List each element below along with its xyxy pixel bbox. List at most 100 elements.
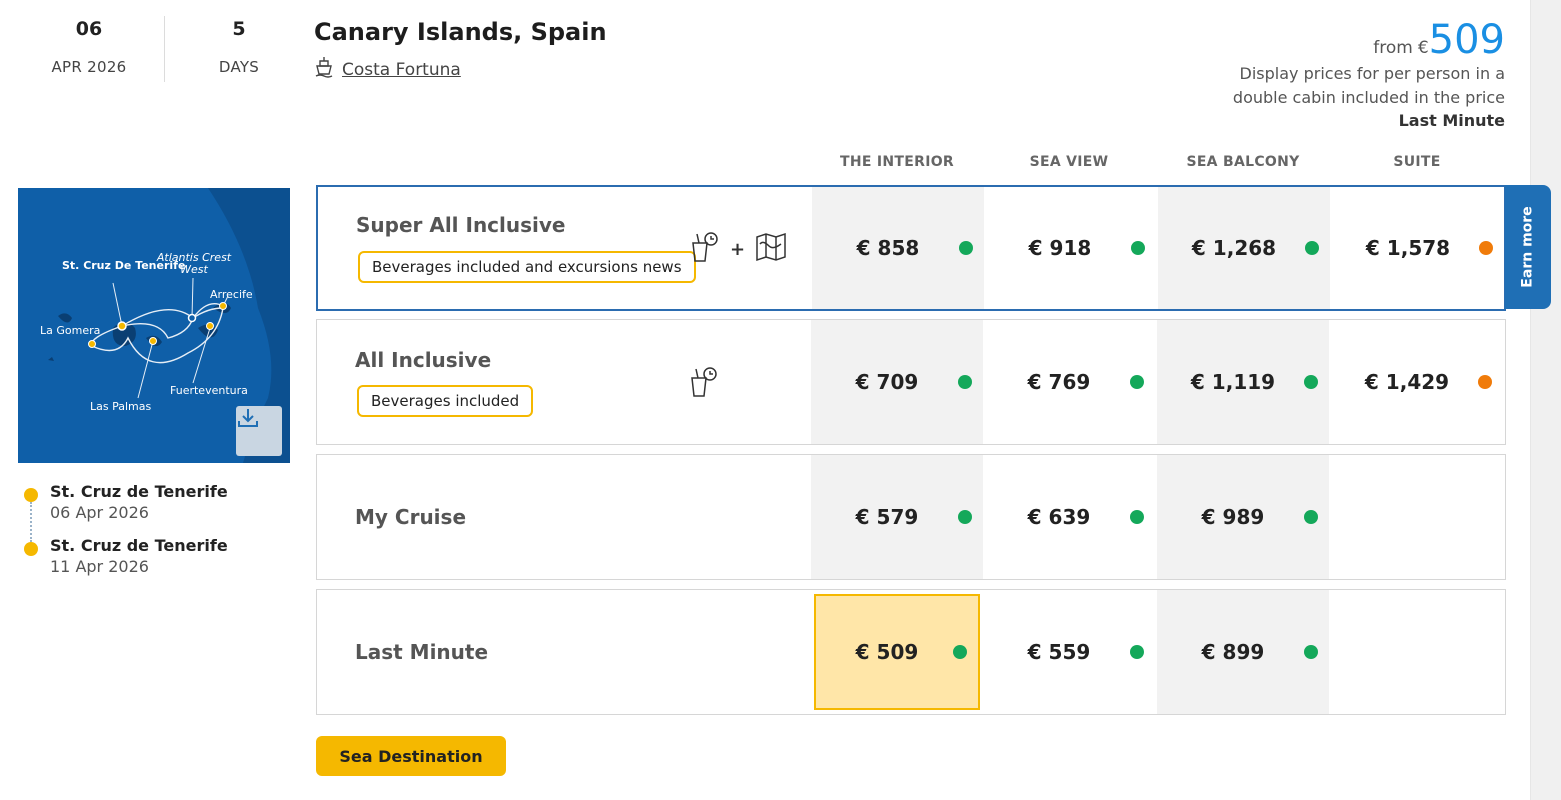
price-cell-interior[interactable]: € 709 <box>811 320 983 444</box>
trip-duration: 5 DAYS <box>180 18 298 76</box>
map-label-st-cruz: St. Cruz De Tenerife <box>62 259 186 272</box>
price-value: € 579 <box>855 505 919 529</box>
column-header-suite: SUITE <box>1393 154 1441 170</box>
price-value: € 1,119 <box>1190 370 1276 394</box>
availability-indicator <box>1478 375 1492 389</box>
price-fare-name: Last Minute <box>1398 111 1505 130</box>
earn-more-label: Earn more <box>1520 206 1536 288</box>
availability-indicator <box>1304 375 1318 389</box>
scrollbar-track[interactable] <box>1530 0 1561 800</box>
map-label-arrecife: Arrecife <box>210 288 253 301</box>
price-cell-sea-view[interactable]: € 559 <box>983 590 1155 714</box>
availability-indicator <box>1130 510 1144 524</box>
price-value: € 989 <box>1201 505 1265 529</box>
availability-indicator <box>958 375 972 389</box>
price-value: € 918 <box>1028 236 1092 260</box>
fare-name: Super All Inclusive <box>356 213 566 237</box>
fare-icons: + <box>690 231 787 267</box>
map-label-fuerteventura: Fuerteventura <box>170 384 248 397</box>
availability-indicator <box>1130 645 1144 659</box>
fare-plus-sign: + <box>730 238 746 260</box>
fare-row-all-inclusive[interactable]: All Inclusive Beverages included € 709 €… <box>316 319 1506 445</box>
availability-indicator <box>959 241 973 255</box>
price-cell-suite[interactable]: € 1,429 <box>1331 320 1503 444</box>
price-value: € 709 <box>855 370 919 394</box>
itinerary-date: 11 Apr 2026 <box>50 557 149 576</box>
price-cell-sea-view[interactable]: € 769 <box>983 320 1155 444</box>
days-count: 5 <box>232 18 246 40</box>
fare-name: All Inclusive <box>355 348 492 372</box>
from-label: from <box>1373 38 1413 58</box>
availability-indicator <box>1304 510 1318 524</box>
availability-indicator <box>1131 241 1145 255</box>
sea-destination-button[interactable]: Sea Destination <box>316 736 506 776</box>
price-value: € 639 <box>1027 505 1091 529</box>
map-label-la-gomera: La Gomera <box>40 324 101 337</box>
price-cell-interior-selected[interactable]: € 509 <box>814 594 980 710</box>
from-currency: € <box>1417 38 1429 58</box>
cruise-title: Canary Islands, Spain <box>314 18 607 46</box>
fare-row-my-cruise[interactable]: My Cruise € 579 € 639 € 989 <box>316 454 1506 580</box>
price-cell-sea-balcony[interactable]: € 899 <box>1157 590 1329 714</box>
map-label-atlantis: Atlantis Crest West <box>156 251 232 276</box>
price-value: € 858 <box>856 236 920 260</box>
departure-month-year: APR 2026 <box>51 58 127 76</box>
ship-row: Costa Fortuna <box>314 56 461 83</box>
column-header-sea-view: SEA VIEW <box>1029 154 1109 170</box>
ship-name-link[interactable]: Costa Fortuna <box>342 60 461 80</box>
price-cell-sea-balcony[interactable]: € 1,268 <box>1158 187 1330 309</box>
availability-indicator <box>1305 241 1319 255</box>
price-value: € 1,578 <box>1365 236 1451 260</box>
price-value: € 559 <box>1027 640 1091 664</box>
price-value: € 1,429 <box>1364 370 1450 394</box>
ship-icon <box>314 56 334 83</box>
price-cell-suite-empty <box>1331 455 1503 579</box>
availability-indicator <box>1304 645 1318 659</box>
price-cell-suite[interactable]: € 1,578 <box>1332 187 1504 309</box>
column-header-sea-balcony: SEA BALCONY <box>1186 154 1300 170</box>
itinerary-port: St. Cruz de Tenerife <box>50 536 228 555</box>
availability-indicator <box>1130 375 1144 389</box>
days-label: DAYS <box>218 58 260 76</box>
drinks-icon <box>689 366 719 402</box>
fare-name: My Cruise <box>355 505 467 529</box>
price-cell-sea-view[interactable]: € 918 <box>984 187 1156 309</box>
port-marker-icon <box>24 488 38 502</box>
fare-row-last-minute[interactable]: Last Minute € 509 € 559 € 899 <box>316 589 1506 715</box>
price-cell-interior[interactable]: € 579 <box>811 455 983 579</box>
from-price: 509 <box>1428 17 1505 63</box>
route-map[interactable]: St. Cruz De Tenerife Atlantis Crest West… <box>18 188 290 463</box>
itinerary-stop: St. Cruz de Tenerife 06 Apr 2026 <box>22 482 292 536</box>
map-download-button[interactable] <box>236 406 282 456</box>
earn-more-tab[interactable]: Earn more <box>1505 185 1551 309</box>
price-cell-sea-view[interactable]: € 639 <box>983 455 1155 579</box>
price-value: € 899 <box>1201 640 1265 664</box>
price-note-line2: double cabin included in the price <box>1232 88 1505 107</box>
column-header-interior: THE INTERIOR <box>839 154 954 170</box>
itinerary: St. Cruz de Tenerife 06 Apr 2026 St. Cru… <box>22 482 292 590</box>
price-value: € 509 <box>855 640 919 664</box>
fare-icons <box>689 366 719 402</box>
availability-indicator <box>1479 241 1493 255</box>
fare-row-super-all-inclusive[interactable]: Super All Inclusive Beverages included a… <box>316 185 1506 311</box>
drinks-icon <box>690 231 720 267</box>
header-divider <box>164 16 165 82</box>
port-marker-icon <box>24 542 38 556</box>
itinerary-port: St. Cruz de Tenerife <box>50 482 228 501</box>
price-cell-sea-balcony[interactable]: € 989 <box>1157 455 1329 579</box>
availability-indicator <box>958 510 972 524</box>
price-cell-suite-empty <box>1331 590 1503 714</box>
fare-badge: Beverages included <box>357 385 534 417</box>
price-cell-interior[interactable]: € 858 <box>812 187 984 309</box>
itinerary-stop: St. Cruz de Tenerife 11 Apr 2026 <box>22 536 292 590</box>
departure-date: 06 APR 2026 <box>30 18 148 76</box>
departure-day: 06 <box>75 18 103 40</box>
map-icon <box>755 232 787 266</box>
price-summary: from € 509 Display prices for per person… <box>1125 18 1505 132</box>
fare-badge: Beverages included and excursions news <box>358 251 696 283</box>
map-label-las-palmas: Las Palmas <box>90 400 152 413</box>
availability-indicator <box>953 645 967 659</box>
price-cell-sea-balcony[interactable]: € 1,119 <box>1157 320 1329 444</box>
fare-name: Last Minute <box>355 640 489 664</box>
itinerary-date: 06 Apr 2026 <box>50 503 149 522</box>
